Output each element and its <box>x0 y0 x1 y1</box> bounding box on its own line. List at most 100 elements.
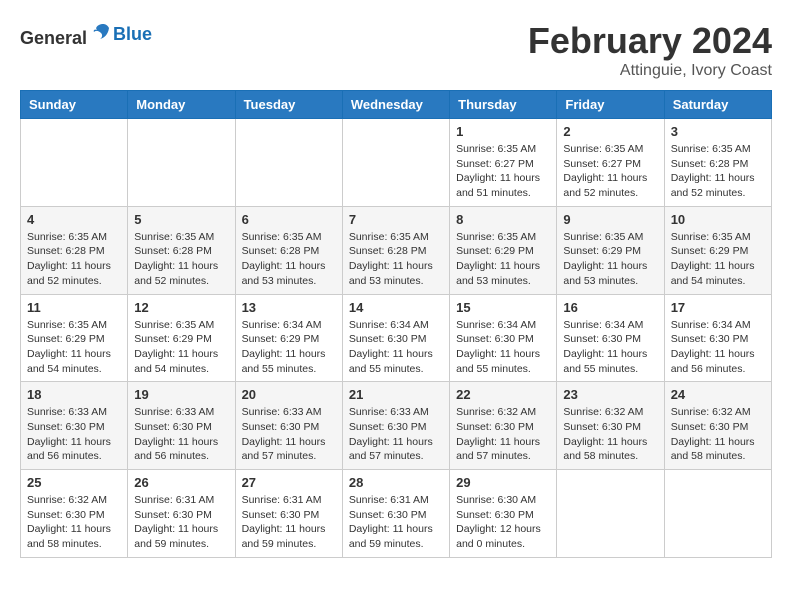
location-title: Attinguie, Ivory Coast <box>528 62 772 80</box>
day-detail: Sunrise: 6:35 AM Sunset: 6:27 PM Dayligh… <box>456 142 550 201</box>
calendar-cell: 27 Sunrise: 6:31 AM Sunset: 6:30 PM Dayli… <box>235 470 342 558</box>
day-detail: Sunrise: 6:35 AM Sunset: 6:28 PM Dayligh… <box>671 142 765 201</box>
day-number: 15 <box>456 300 550 315</box>
day-number: 18 <box>27 387 121 402</box>
calendar-week-row: 18 Sunrise: 6:33 AM Sunset: 6:30 PM Dayli… <box>21 382 772 470</box>
calendar-cell: 18 Sunrise: 6:33 AM Sunset: 6:30 PM Dayli… <box>21 382 128 470</box>
calendar-cell: 23 Sunrise: 6:32 AM Sunset: 6:30 PM Dayli… <box>557 382 664 470</box>
day-number: 11 <box>27 300 121 315</box>
logo-text-blue: Blue <box>113 24 152 44</box>
calendar-week-row: 4 Sunrise: 6:35 AM Sunset: 6:28 PM Daylig… <box>21 206 772 294</box>
calendar-title-area: February 2024 Attinguie, Ivory Coast <box>528 20 772 80</box>
day-detail: Sunrise: 6:35 AM Sunset: 6:29 PM Dayligh… <box>134 318 228 377</box>
day-detail: Sunrise: 6:31 AM Sunset: 6:30 PM Dayligh… <box>349 493 443 552</box>
calendar-cell: 14 Sunrise: 6:34 AM Sunset: 6:30 PM Dayli… <box>342 294 449 382</box>
day-number: 27 <box>242 475 336 490</box>
day-detail: Sunrise: 6:35 AM Sunset: 6:29 PM Dayligh… <box>671 230 765 289</box>
day-detail: Sunrise: 6:34 AM Sunset: 6:30 PM Dayligh… <box>563 318 657 377</box>
day-number: 19 <box>134 387 228 402</box>
day-detail: Sunrise: 6:33 AM Sunset: 6:30 PM Dayligh… <box>27 405 121 464</box>
calendar-cell: 1 Sunrise: 6:35 AM Sunset: 6:27 PM Daylig… <box>450 119 557 207</box>
day-number: 28 <box>349 475 443 490</box>
day-detail: Sunrise: 6:34 AM Sunset: 6:29 PM Dayligh… <box>242 318 336 377</box>
day-detail: Sunrise: 6:34 AM Sunset: 6:30 PM Dayligh… <box>349 318 443 377</box>
calendar-cell: 19 Sunrise: 6:33 AM Sunset: 6:30 PM Dayli… <box>128 382 235 470</box>
calendar-cell: 5 Sunrise: 6:35 AM Sunset: 6:28 PM Daylig… <box>128 206 235 294</box>
calendar-cell: 15Sunrise: 6:34 AM Sunset: 6:30 PM Dayli… <box>450 294 557 382</box>
day-number: 5 <box>134 212 228 227</box>
calendar-cell: 9 Sunrise: 6:35 AM Sunset: 6:29 PM Daylig… <box>557 206 664 294</box>
day-number: 1 <box>456 124 550 139</box>
day-detail: Sunrise: 6:31 AM Sunset: 6:30 PM Dayligh… <box>134 493 228 552</box>
day-detail: Sunrise: 6:35 AM Sunset: 6:29 PM Dayligh… <box>563 230 657 289</box>
day-number: 3 <box>671 124 765 139</box>
day-number: 20 <box>242 387 336 402</box>
calendar-cell: 25 Sunrise: 6:32 AM Sunset: 6:30 PM Dayli… <box>21 470 128 558</box>
calendar-cell <box>128 119 235 207</box>
day-detail: Sunrise: 6:33 AM Sunset: 6:30 PM Dayligh… <box>349 405 443 464</box>
calendar-cell: 28 Sunrise: 6:31 AM Sunset: 6:30 PM Dayli… <box>342 470 449 558</box>
calendar-header-friday: Friday <box>557 91 664 119</box>
calendar-cell: 24 Sunrise: 6:32 AM Sunset: 6:30 PM Dayli… <box>664 382 771 470</box>
day-number: 9 <box>563 212 657 227</box>
month-title: February 2024 <box>528 20 772 62</box>
day-detail: Sunrise: 6:33 AM Sunset: 6:30 PM Dayligh… <box>134 405 228 464</box>
calendar-cell: 17Sunrise: 6:34 AM Sunset: 6:30 PM Dayli… <box>664 294 771 382</box>
logo-bird-icon <box>89 20 113 44</box>
calendar-cell: 29Sunrise: 6:30 AM Sunset: 6:30 PM Dayli… <box>450 470 557 558</box>
day-number: 12 <box>134 300 228 315</box>
calendar-cell: 26 Sunrise: 6:31 AM Sunset: 6:30 PM Dayli… <box>128 470 235 558</box>
calendar-cell: 20Sunrise: 6:33 AM Sunset: 6:30 PM Dayli… <box>235 382 342 470</box>
calendar-table: SundayMondayTuesdayWednesdayThursdayFrid… <box>20 90 772 558</box>
day-detail: Sunrise: 6:35 AM Sunset: 6:29 PM Dayligh… <box>27 318 121 377</box>
calendar-cell: 22 Sunrise: 6:32 AM Sunset: 6:30 PM Dayli… <box>450 382 557 470</box>
day-number: 29 <box>456 475 550 490</box>
day-detail: Sunrise: 6:35 AM Sunset: 6:29 PM Dayligh… <box>456 230 550 289</box>
calendar-cell <box>664 470 771 558</box>
calendar-cell: 2Sunrise: 6:35 AM Sunset: 6:27 PM Daylig… <box>557 119 664 207</box>
calendar-cell: 10 Sunrise: 6:35 AM Sunset: 6:29 PM Dayli… <box>664 206 771 294</box>
day-detail: Sunrise: 6:35 AM Sunset: 6:28 PM Dayligh… <box>242 230 336 289</box>
calendar-cell: 13Sunrise: 6:34 AM Sunset: 6:29 PM Dayli… <box>235 294 342 382</box>
day-detail: Sunrise: 6:35 AM Sunset: 6:28 PM Dayligh… <box>134 230 228 289</box>
calendar-header-row: SundayMondayTuesdayWednesdayThursdayFrid… <box>21 91 772 119</box>
day-number: 6 <box>242 212 336 227</box>
day-number: 25 <box>27 475 121 490</box>
calendar-cell <box>557 470 664 558</box>
calendar-cell: 3 Sunrise: 6:35 AM Sunset: 6:28 PM Daylig… <box>664 119 771 207</box>
day-number: 14 <box>349 300 443 315</box>
calendar-cell <box>21 119 128 207</box>
day-detail: Sunrise: 6:32 AM Sunset: 6:30 PM Dayligh… <box>27 493 121 552</box>
calendar-header-saturday: Saturday <box>664 91 771 119</box>
day-number: 26 <box>134 475 228 490</box>
day-number: 10 <box>671 212 765 227</box>
calendar-cell: 4Sunrise: 6:35 AM Sunset: 6:28 PM Daylig… <box>21 206 128 294</box>
calendar-cell: 16 Sunrise: 6:34 AM Sunset: 6:30 PM Dayli… <box>557 294 664 382</box>
day-detail: Sunrise: 6:32 AM Sunset: 6:30 PM Dayligh… <box>456 405 550 464</box>
day-number: 8 <box>456 212 550 227</box>
day-number: 24 <box>671 387 765 402</box>
day-number: 23 <box>563 387 657 402</box>
calendar-cell: 12 Sunrise: 6:35 AM Sunset: 6:29 PM Dayli… <box>128 294 235 382</box>
logo: General Blue <box>20 20 152 49</box>
calendar-header-tuesday: Tuesday <box>235 91 342 119</box>
day-detail: Sunrise: 6:35 AM Sunset: 6:27 PM Dayligh… <box>563 142 657 201</box>
calendar-cell: 8 Sunrise: 6:35 AM Sunset: 6:29 PM Daylig… <box>450 206 557 294</box>
day-detail: Sunrise: 6:31 AM Sunset: 6:30 PM Dayligh… <box>242 493 336 552</box>
calendar-cell: 6 Sunrise: 6:35 AM Sunset: 6:28 PM Daylig… <box>235 206 342 294</box>
logo-text-general: General <box>20 28 87 48</box>
day-number: 7 <box>349 212 443 227</box>
calendar-week-row: 1 Sunrise: 6:35 AM Sunset: 6:27 PM Daylig… <box>21 119 772 207</box>
day-number: 4 <box>27 212 121 227</box>
calendar-cell: 7Sunrise: 6:35 AM Sunset: 6:28 PM Daylig… <box>342 206 449 294</box>
day-number: 22 <box>456 387 550 402</box>
calendar-cell <box>342 119 449 207</box>
day-detail: Sunrise: 6:32 AM Sunset: 6:30 PM Dayligh… <box>671 405 765 464</box>
day-number: 16 <box>563 300 657 315</box>
calendar-week-row: 25 Sunrise: 6:32 AM Sunset: 6:30 PM Dayli… <box>21 470 772 558</box>
calendar-header-wednesday: Wednesday <box>342 91 449 119</box>
day-detail: Sunrise: 6:32 AM Sunset: 6:30 PM Dayligh… <box>563 405 657 464</box>
day-detail: Sunrise: 6:34 AM Sunset: 6:30 PM Dayligh… <box>671 318 765 377</box>
page-header: General Blue February 2024 Attinguie, Iv… <box>20 20 772 80</box>
calendar-cell: 11 Sunrise: 6:35 AM Sunset: 6:29 PM Dayli… <box>21 294 128 382</box>
